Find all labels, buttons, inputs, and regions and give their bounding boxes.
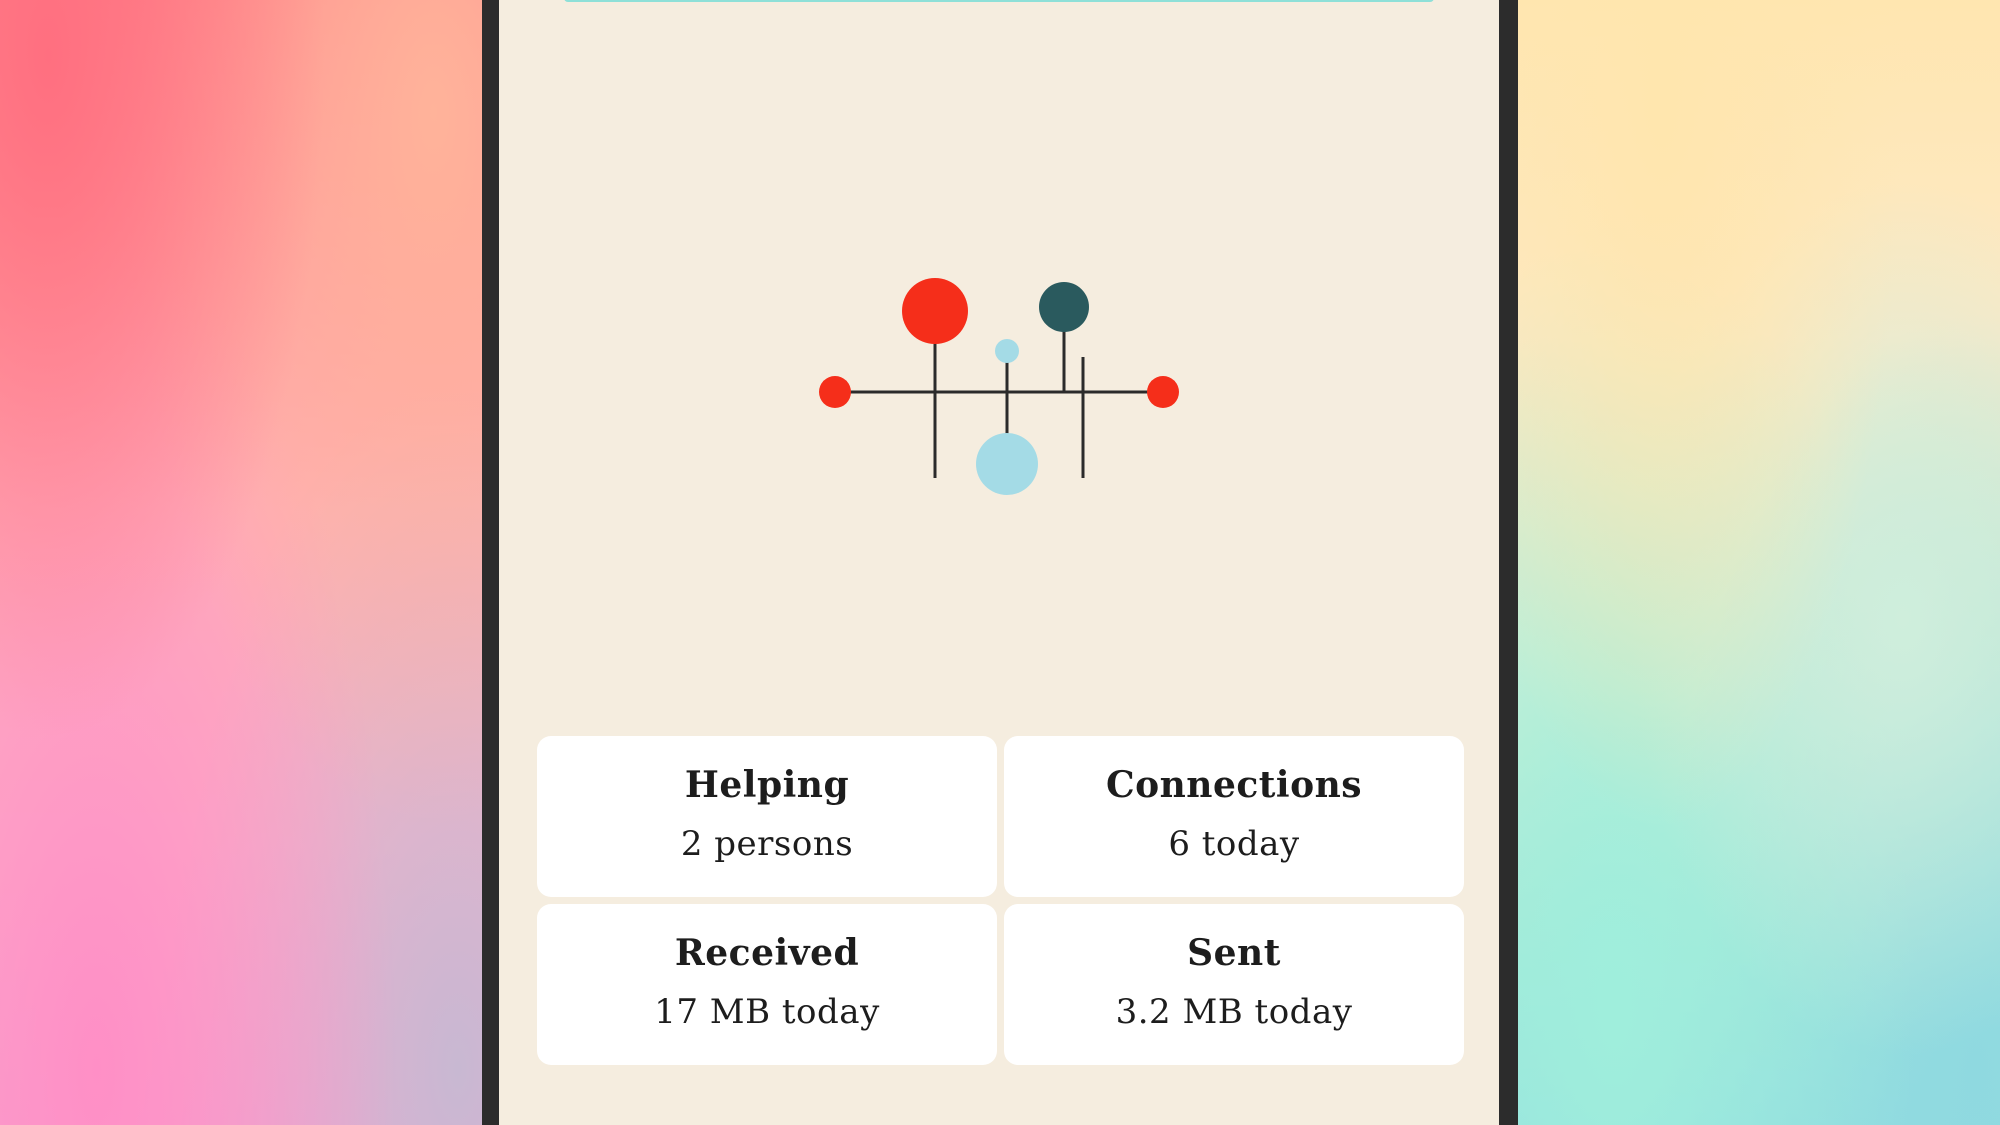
node-dark-teal — [1039, 282, 1089, 332]
stat-label: Connections — [1105, 764, 1363, 806]
stat-label: Received — [674, 932, 860, 974]
stat-card-helping: Helping 2 persons — [537, 736, 997, 897]
node-red-large — [902, 278, 968, 344]
stats-grid: Helping 2 persons Connections 6 today Re… — [537, 736, 1465, 1066]
network-illustration — [819, 278, 1179, 495]
background-gradient-right — [1518, 0, 2000, 1125]
stat-card-sent: Sent 3.2 MB today — [1004, 904, 1464, 1065]
stat-card-connections: Connections 6 today — [1004, 736, 1464, 897]
stat-value: 3.2 MB today — [1115, 992, 1353, 1032]
stat-value: 17 MB today — [654, 992, 880, 1032]
stat-card-received: Received 17 MB today — [537, 904, 997, 1065]
node-red-right — [1147, 376, 1179, 408]
stat-label: Sent — [1187, 932, 1281, 974]
node-red-left — [819, 376, 851, 408]
stat-value: 6 today — [1168, 824, 1300, 864]
stat-label: Helping — [684, 764, 850, 806]
node-blue-large — [976, 433, 1038, 495]
background-gradient-left — [0, 0, 482, 1125]
node-blue-small — [995, 339, 1019, 363]
app-screen: Helping 2 persons Connections 6 today Re… — [499, 0, 1499, 1125]
phone-frame: Helping 2 persons Connections 6 today Re… — [482, 0, 1518, 1125]
stat-value: 2 persons — [680, 824, 854, 864]
